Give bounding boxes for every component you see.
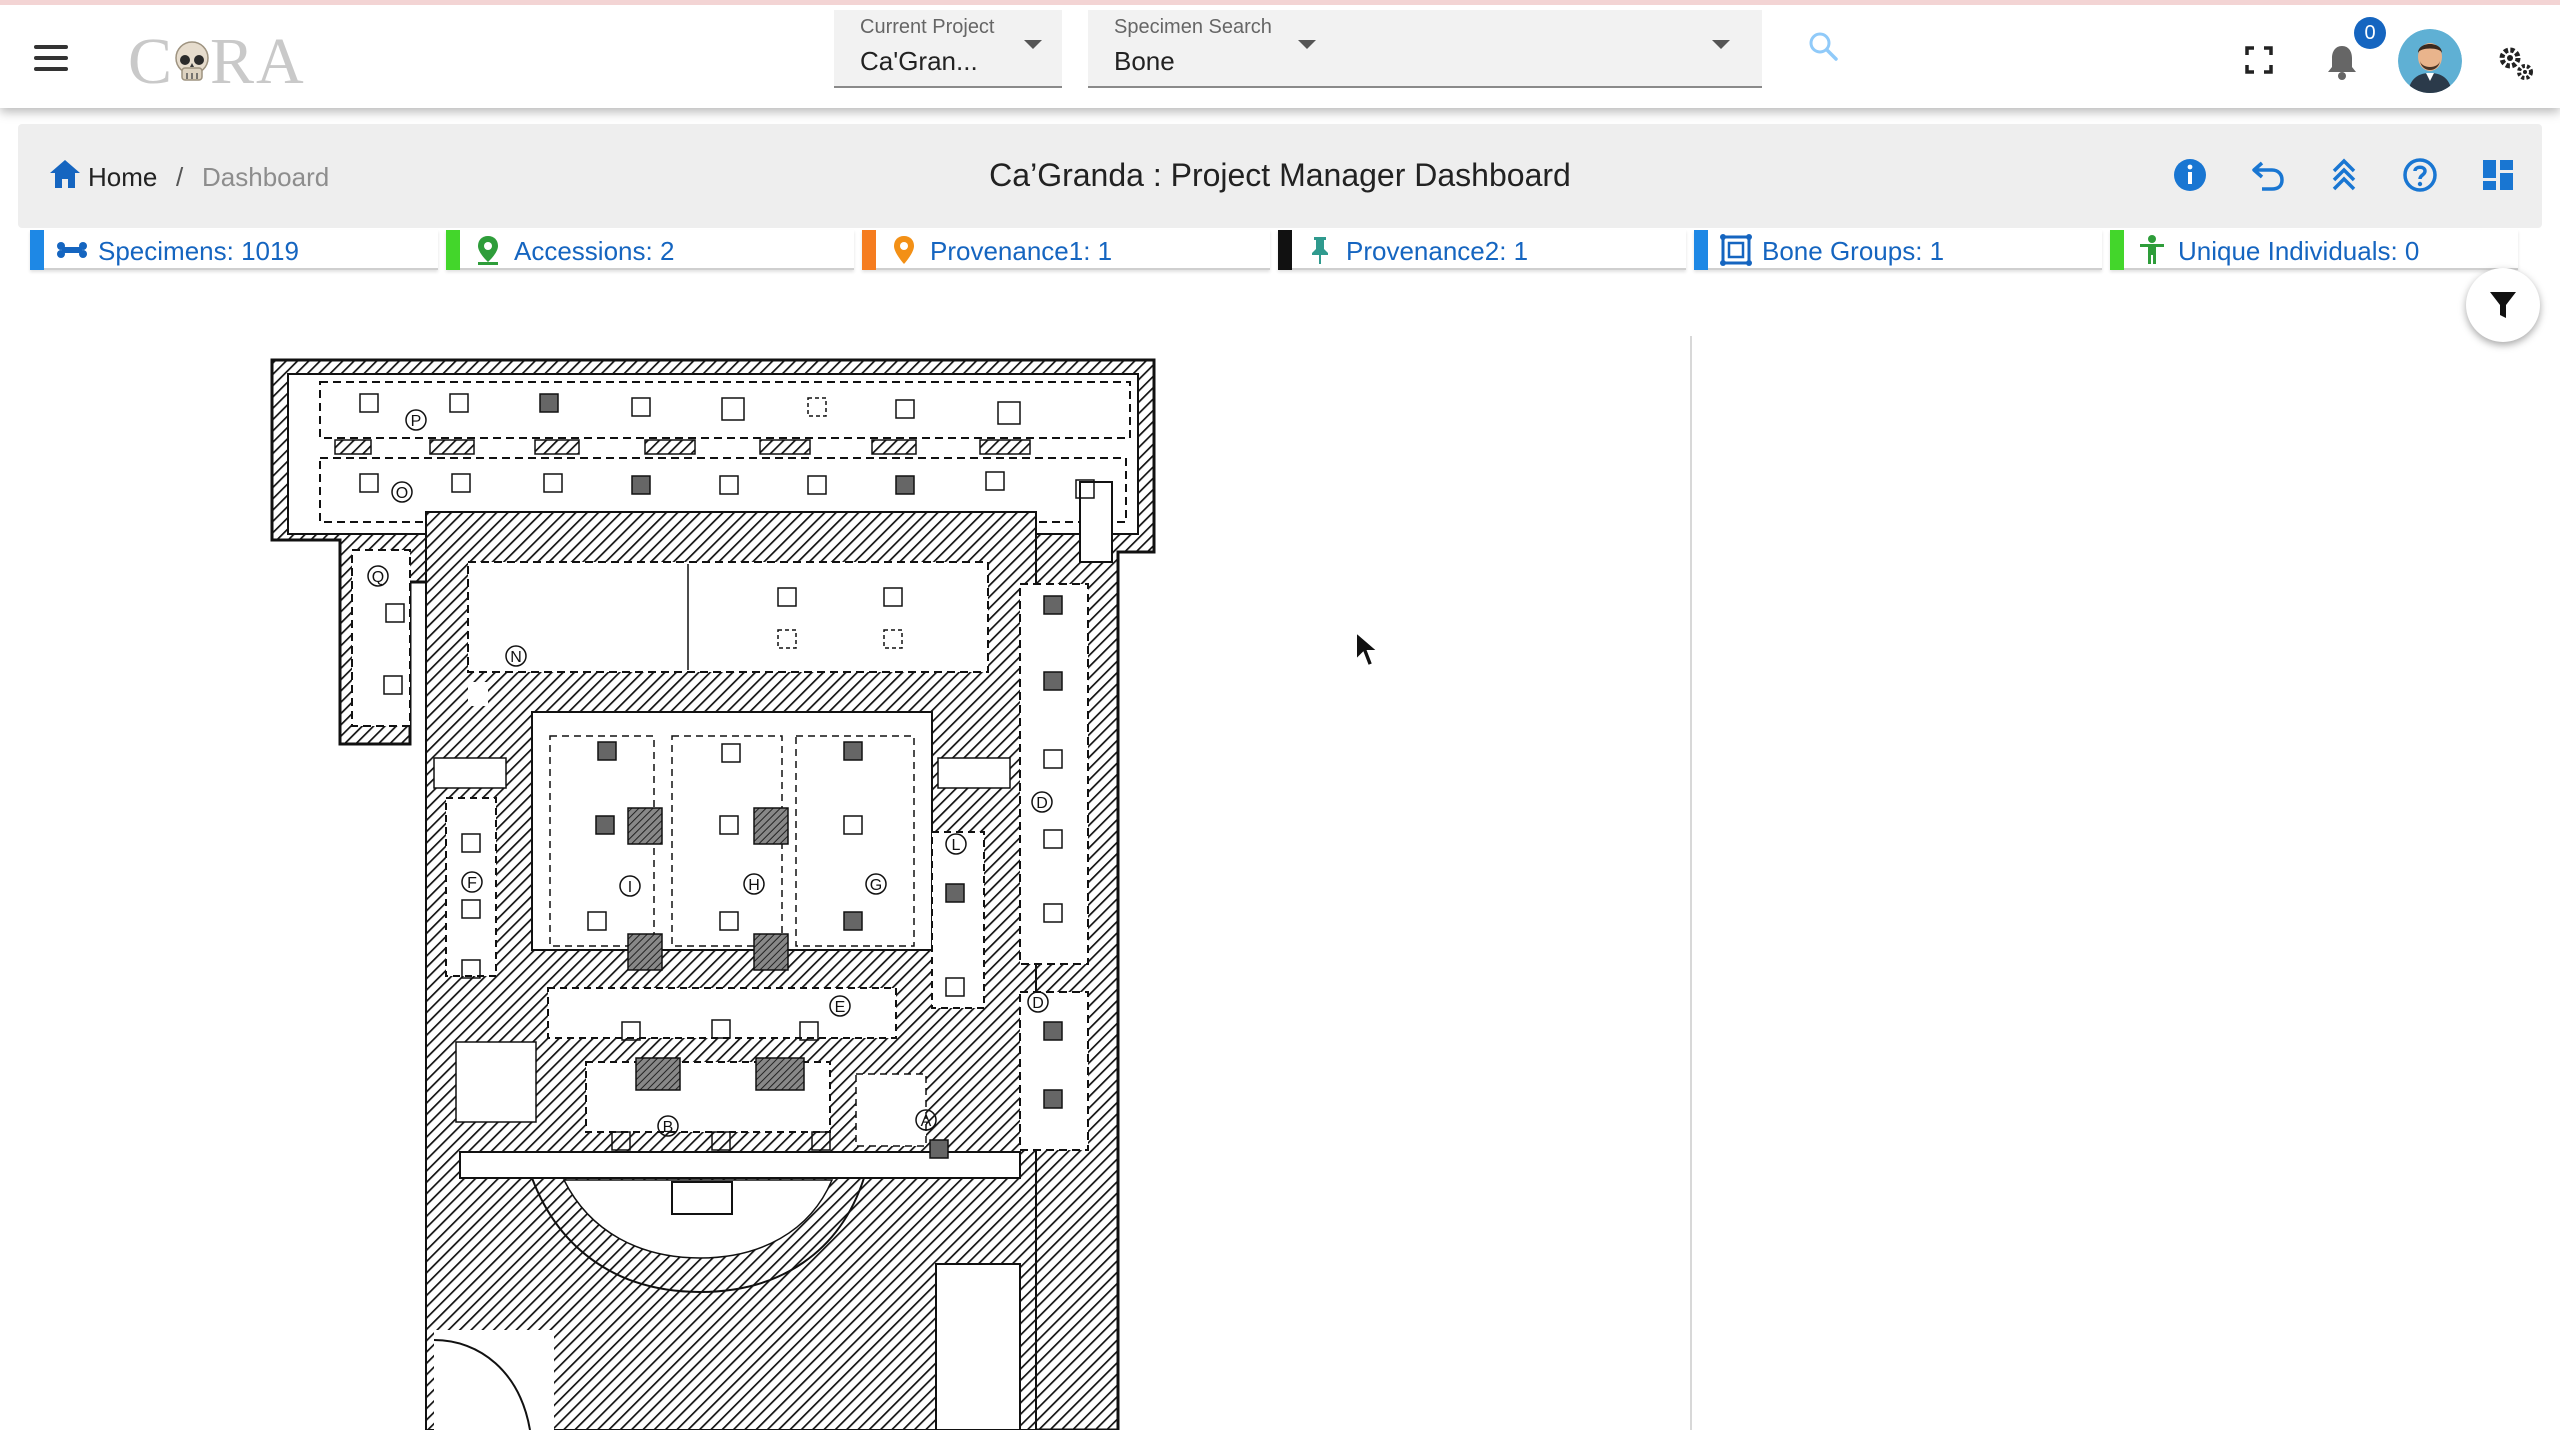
bell-icon[interactable]: [2324, 43, 2360, 81]
stat-color-bar: [862, 230, 876, 270]
stat-color-bar: [30, 230, 44, 270]
specimen-search-label: Specimen Search: [1114, 16, 1272, 38]
mouse-pointer-icon: [1355, 630, 1380, 668]
chevron-down-icon[interactable]: [1298, 40, 1316, 49]
bone-group-icon: [1720, 234, 1752, 266]
notification-badge: 0: [2354, 17, 2386, 49]
filter-icon: [2490, 292, 2516, 318]
stat-unique-individuals[interactable]: Unique Individuals: 0: [2110, 230, 2518, 270]
stat-provenance1[interactable]: Provenance1: 1: [862, 230, 1270, 270]
info-icon[interactable]: [2172, 157, 2208, 193]
chevron-down-icon: [1024, 40, 1042, 49]
svg-text:F: F: [467, 875, 477, 892]
stat-bone-groups[interactable]: Bone Groups: 1: [1694, 230, 2102, 270]
settings-gears-icon[interactable]: [2496, 43, 2536, 83]
svg-text:O: O: [396, 485, 408, 502]
collapse-all-icon[interactable]: [2326, 157, 2362, 193]
undo-icon[interactable]: [2250, 157, 2286, 193]
filter-button[interactable]: [2466, 268, 2540, 342]
logo-text-right: RA: [210, 25, 306, 98]
location-pin-icon: [894, 236, 914, 264]
svg-text:H: H: [748, 877, 760, 894]
stat-label: Provenance2: 1: [1346, 236, 1529, 266]
stat-specimens[interactable]: Specimens: 1019: [30, 230, 438, 270]
stat-provenance2[interactable]: Provenance2: 1: [1278, 230, 1686, 270]
person-icon: [2140, 235, 2164, 264]
map-pin-icon: [478, 236, 498, 265]
cora-logo[interactable]: C RA: [128, 25, 306, 98]
svg-text:L: L: [952, 837, 961, 854]
stat-label: Provenance1: 1: [930, 236, 1113, 266]
dashboard-layout-icon[interactable]: [2480, 157, 2516, 193]
svg-text:I: I: [628, 879, 632, 896]
stat-label: Unique Individuals: 0: [2178, 236, 2420, 266]
current-project-label: Current Project: [860, 16, 995, 38]
skull-icon: [175, 41, 209, 81]
menu-icon[interactable]: [34, 45, 68, 71]
svg-text:N: N: [510, 649, 522, 666]
stat-accessions[interactable]: Accessions: 2: [446, 230, 854, 270]
search-icon[interactable]: [1806, 29, 1840, 63]
svg-text:B: B: [663, 1119, 674, 1136]
fullscreen-icon[interactable]: [2244, 45, 2274, 75]
stat-color-bar: [2110, 230, 2124, 270]
svg-text:D: D: [1032, 995, 1044, 1012]
svg-text:G: G: [870, 877, 882, 894]
user-avatar-icon: [2398, 29, 2462, 93]
stat-label: Specimens: 1019: [98, 236, 299, 266]
page-header: Home / Dashboard Ca’Granda : Project Man…: [18, 124, 2542, 228]
svg-text:P: P: [411, 413, 422, 430]
stat-color-bar: [1278, 230, 1292, 270]
current-project-value: Ca'Gran...: [860, 46, 978, 76]
page-title: Ca’Granda : Project Manager Dashboard: [989, 157, 1571, 193]
app-bar: C RA Current Project Ca'Gran... Specimen…: [0, 0, 2560, 108]
specimen-search-field[interactable]: Specimen Search Bone: [1088, 10, 1762, 88]
logo-text-left: C: [128, 25, 175, 98]
crypt-floor-plan[interactable]: P O Q N I H G F L D D E B A: [260, 352, 1200, 1430]
stat-label: Bone Groups: 1: [1762, 236, 1945, 266]
bone-icon: [57, 242, 87, 258]
svg-text:Q: Q: [372, 569, 384, 586]
push-pin-icon: [1312, 237, 1328, 264]
help-icon[interactable]: [2402, 157, 2438, 193]
summary-stats: Specimens: 1019 Accessions: 2 Provenance…: [30, 230, 2530, 270]
specimen-search-value: Bone: [1114, 46, 1175, 76]
panel-divider: [1690, 336, 1692, 1430]
svg-text:A: A: [921, 1113, 932, 1130]
stat-color-bar: [1694, 230, 1708, 270]
svg-text:D: D: [1036, 795, 1048, 812]
avatar[interactable]: [2398, 29, 2462, 93]
chevron-down-icon[interactable]: [1712, 40, 1730, 49]
current-project-select[interactable]: Current Project Ca'Gran...: [834, 10, 1062, 88]
stat-color-bar: [446, 230, 460, 270]
stat-label: Accessions: 2: [514, 236, 675, 266]
svg-text:E: E: [835, 999, 846, 1016]
